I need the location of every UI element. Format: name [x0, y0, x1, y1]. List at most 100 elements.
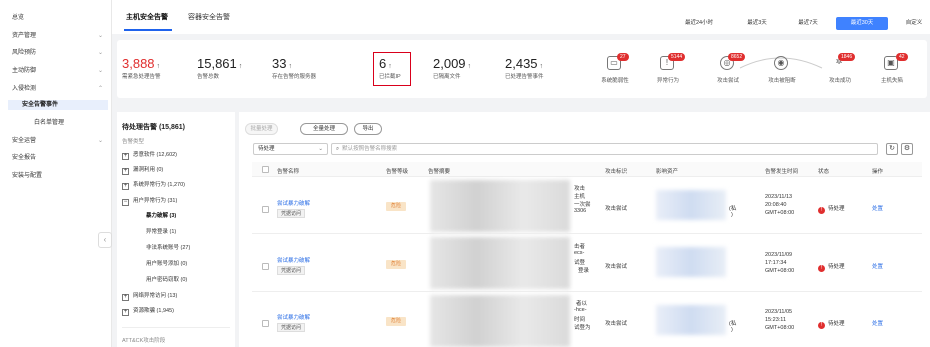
- stage-abnormal-behavior[interactable]: ! 5144 异常行为: [638, 52, 698, 92]
- chevron-left-icon[interactable]: ‹: [98, 232, 112, 248]
- stage-attack-success[interactable]: ✲ 1846 攻击成功: [810, 52, 870, 92]
- tab-container-alerts[interactable]: 容器安全告警: [188, 12, 230, 22]
- handle-link[interactable]: 处置: [872, 262, 883, 270]
- alert-name-link[interactable]: 尝试暴力破解: [277, 313, 310, 321]
- chevron-down-icon: ⌄: [318, 146, 323, 152]
- stat-handled-events[interactable]: 2,435 ↑: [505, 56, 543, 71]
- stat-label: 需紧急处理告警: [122, 74, 161, 80]
- filter-category-system[interactable]: + 系统异常行为 (1,270): [122, 181, 185, 190]
- filter-child-bruteforce[interactable]: 暴力破解 (3): [146, 212, 176, 221]
- alert-time-clock: 20:08:40: [765, 202, 787, 208]
- tab-host-alerts[interactable]: 主机安全告警: [126, 12, 168, 22]
- row-checkbox[interactable]: [262, 320, 269, 327]
- filter-category-network[interactable]: + 网络异常访问 (13): [122, 292, 177, 301]
- redacted-asset: [656, 247, 726, 277]
- redacted-asset: [656, 305, 726, 335]
- stage-badge: 27: [617, 53, 629, 61]
- filter-child-password-theft[interactable]: 用户密码窃取 (0): [146, 276, 187, 285]
- filter-category-vuln[interactable]: + 漏洞利用 (0): [122, 166, 163, 175]
- sidebar-subitem-alerts[interactable]: 安全告警事件: [8, 100, 108, 110]
- row-divider: [252, 176, 922, 177]
- filter-category-label: 网络异常访问 (13): [133, 293, 178, 299]
- col-action[interactable]: 操作: [872, 167, 883, 175]
- expand-icon[interactable]: +: [122, 294, 129, 301]
- sidebar-item-reports[interactable]: 安全报告: [12, 153, 107, 163]
- redacted-asset: [656, 190, 726, 220]
- col-alert-name[interactable]: 告警名称: [277, 167, 299, 175]
- time-range-3d[interactable]: 最近3天: [740, 17, 774, 30]
- sidebar-item-intrusion[interactable]: 入侵检测 ⌃: [12, 84, 107, 94]
- stage-label: 主机失陷: [880, 78, 903, 84]
- col-level[interactable]: 告警等级: [386, 167, 408, 175]
- stat-urgent-alerts[interactable]: 3,888 ↑: [122, 56, 160, 71]
- row-checkbox[interactable]: [262, 263, 269, 270]
- col-attack-tag[interactable]: 攻击标识: [605, 167, 627, 175]
- col-asset[interactable]: 影响资产: [656, 167, 678, 175]
- row-checkbox[interactable]: [262, 206, 269, 213]
- stage-attack-blocked[interactable]: ◉ 攻击被阻断: [752, 52, 812, 92]
- stat-total-alerts[interactable]: 15,861 ↑: [197, 56, 242, 71]
- chevron-down-icon: ⌄: [97, 68, 103, 74]
- handle-link[interactable]: 处置: [872, 204, 883, 212]
- expand-icon[interactable]: +: [122, 168, 129, 175]
- stage-vulnerability[interactable]: ▭ 27 系统脆弱性: [585, 52, 645, 92]
- filter-child-account-added[interactable]: 用户账号添加 (0): [146, 260, 187, 269]
- attack-tag: 攻击尝试: [605, 206, 628, 212]
- collapse-icon[interactable]: −: [122, 199, 129, 206]
- filter-category-label: 资源欺骗 (1,945): [133, 308, 174, 314]
- filter-category-deception[interactable]: + 资源欺骗 (1,945): [122, 307, 174, 316]
- filter-child-illegal-account[interactable]: 非法系统账号 (27): [146, 244, 190, 253]
- sidebar-item-label: 安全报告: [12, 155, 37, 161]
- time-range-custom[interactable]: 自定义: [899, 17, 929, 30]
- expand-icon[interactable]: +: [122, 309, 129, 316]
- sidebar-item-install[interactable]: 安装与配置: [12, 171, 107, 181]
- select-all-checkbox[interactable]: [262, 166, 269, 173]
- handle-all-button[interactable]: 全量处理: [300, 123, 348, 135]
- stat-isolated-files[interactable]: 2,009 ↑: [433, 56, 471, 71]
- col-time[interactable]: 告警发生时间: [765, 167, 798, 175]
- gear-icon[interactable]: ⚙: [901, 143, 913, 155]
- sidebar-item-overview[interactable]: 总览: [12, 13, 107, 23]
- export-button[interactable]: 导出: [354, 123, 382, 135]
- alert-time-zone: GMT+08:00: [765, 268, 795, 274]
- stage-host-compromised[interactable]: ▣ 42 主机失陷: [862, 52, 922, 92]
- sidebar-item-operations[interactable]: 安全运营 ⌄: [12, 136, 107, 146]
- sidebar-item-risk[interactable]: 风险预防 ⌄: [12, 48, 107, 58]
- alert-name-link[interactable]: 尝试暴力破解: [277, 199, 310, 207]
- refresh-icon[interactable]: ↻: [886, 143, 898, 155]
- sidebar-item-assets[interactable]: 资产管理 ⌄: [12, 31, 107, 41]
- alert-time-clock: 17:17:34: [765, 260, 787, 266]
- sidebar-item-defense[interactable]: 主动防御 ⌄: [12, 66, 107, 76]
- batch-handle-button[interactable]: 批量处理: [245, 123, 278, 135]
- col-status[interactable]: 状态: [818, 167, 829, 175]
- col-summary[interactable]: 告警摘要: [428, 167, 450, 175]
- time-range-24h[interactable]: 最近24小时: [679, 17, 719, 30]
- expand-icon[interactable]: +: [122, 183, 129, 190]
- stat-blocked-ip[interactable]: 6 ↑: [379, 56, 392, 71]
- chevron-down-icon: ⌄: [97, 138, 103, 144]
- search-input[interactable]: ⌕ 默认按照告警名称搜索: [331, 143, 878, 155]
- summary-fragment: 主机: [574, 194, 586, 200]
- sidebar-subitem-whitelist[interactable]: 白名单管理: [34, 118, 119, 128]
- time-range-30d[interactable]: 最近30天: [836, 17, 888, 30]
- filter-child-abnormal-login[interactable]: 异常登录 (1): [146, 228, 176, 237]
- handle-link[interactable]: 处置: [872, 319, 883, 327]
- alert-time-date: 2023/11/05: [765, 309, 793, 315]
- time-range-7d[interactable]: 最近7天: [791, 17, 825, 30]
- stage-attack-attempt[interactable]: ◎ 8652 攻击尝试: [698, 52, 758, 92]
- sidebar-item-label: 安全告警事件: [22, 102, 59, 108]
- filter-category-label: 系统异常行为 (1,270): [133, 182, 185, 188]
- expand-icon[interactable]: +: [122, 153, 129, 160]
- asset-fragment: ): [731, 327, 733, 333]
- alert-name-link[interactable]: 尝试暴力破解: [277, 256, 310, 264]
- filter-category-malware[interactable]: + 恶意软件 (12,602): [122, 151, 177, 160]
- redacted-summary: [430, 180, 570, 232]
- stat-servers[interactable]: 33 ↑: [272, 56, 292, 71]
- sidebar: 总览 资产管理 ⌄ 风险预防 ⌄ 主动防御 ⌄ 入侵检测 ⌃ 安全告警事件 白名单管理 …: [0, 0, 112, 347]
- status-select[interactable]: 待处理 ⌄: [253, 143, 328, 155]
- filter-category-user[interactable]: − 用户异常行为 (31): [122, 197, 177, 206]
- stat-value: 2,009: [433, 56, 466, 71]
- summary-fragment: 时间: [574, 317, 586, 323]
- chevron-down-icon: ⌄: [97, 50, 103, 56]
- stat-label: 存在告警的服务器: [272, 74, 317, 80]
